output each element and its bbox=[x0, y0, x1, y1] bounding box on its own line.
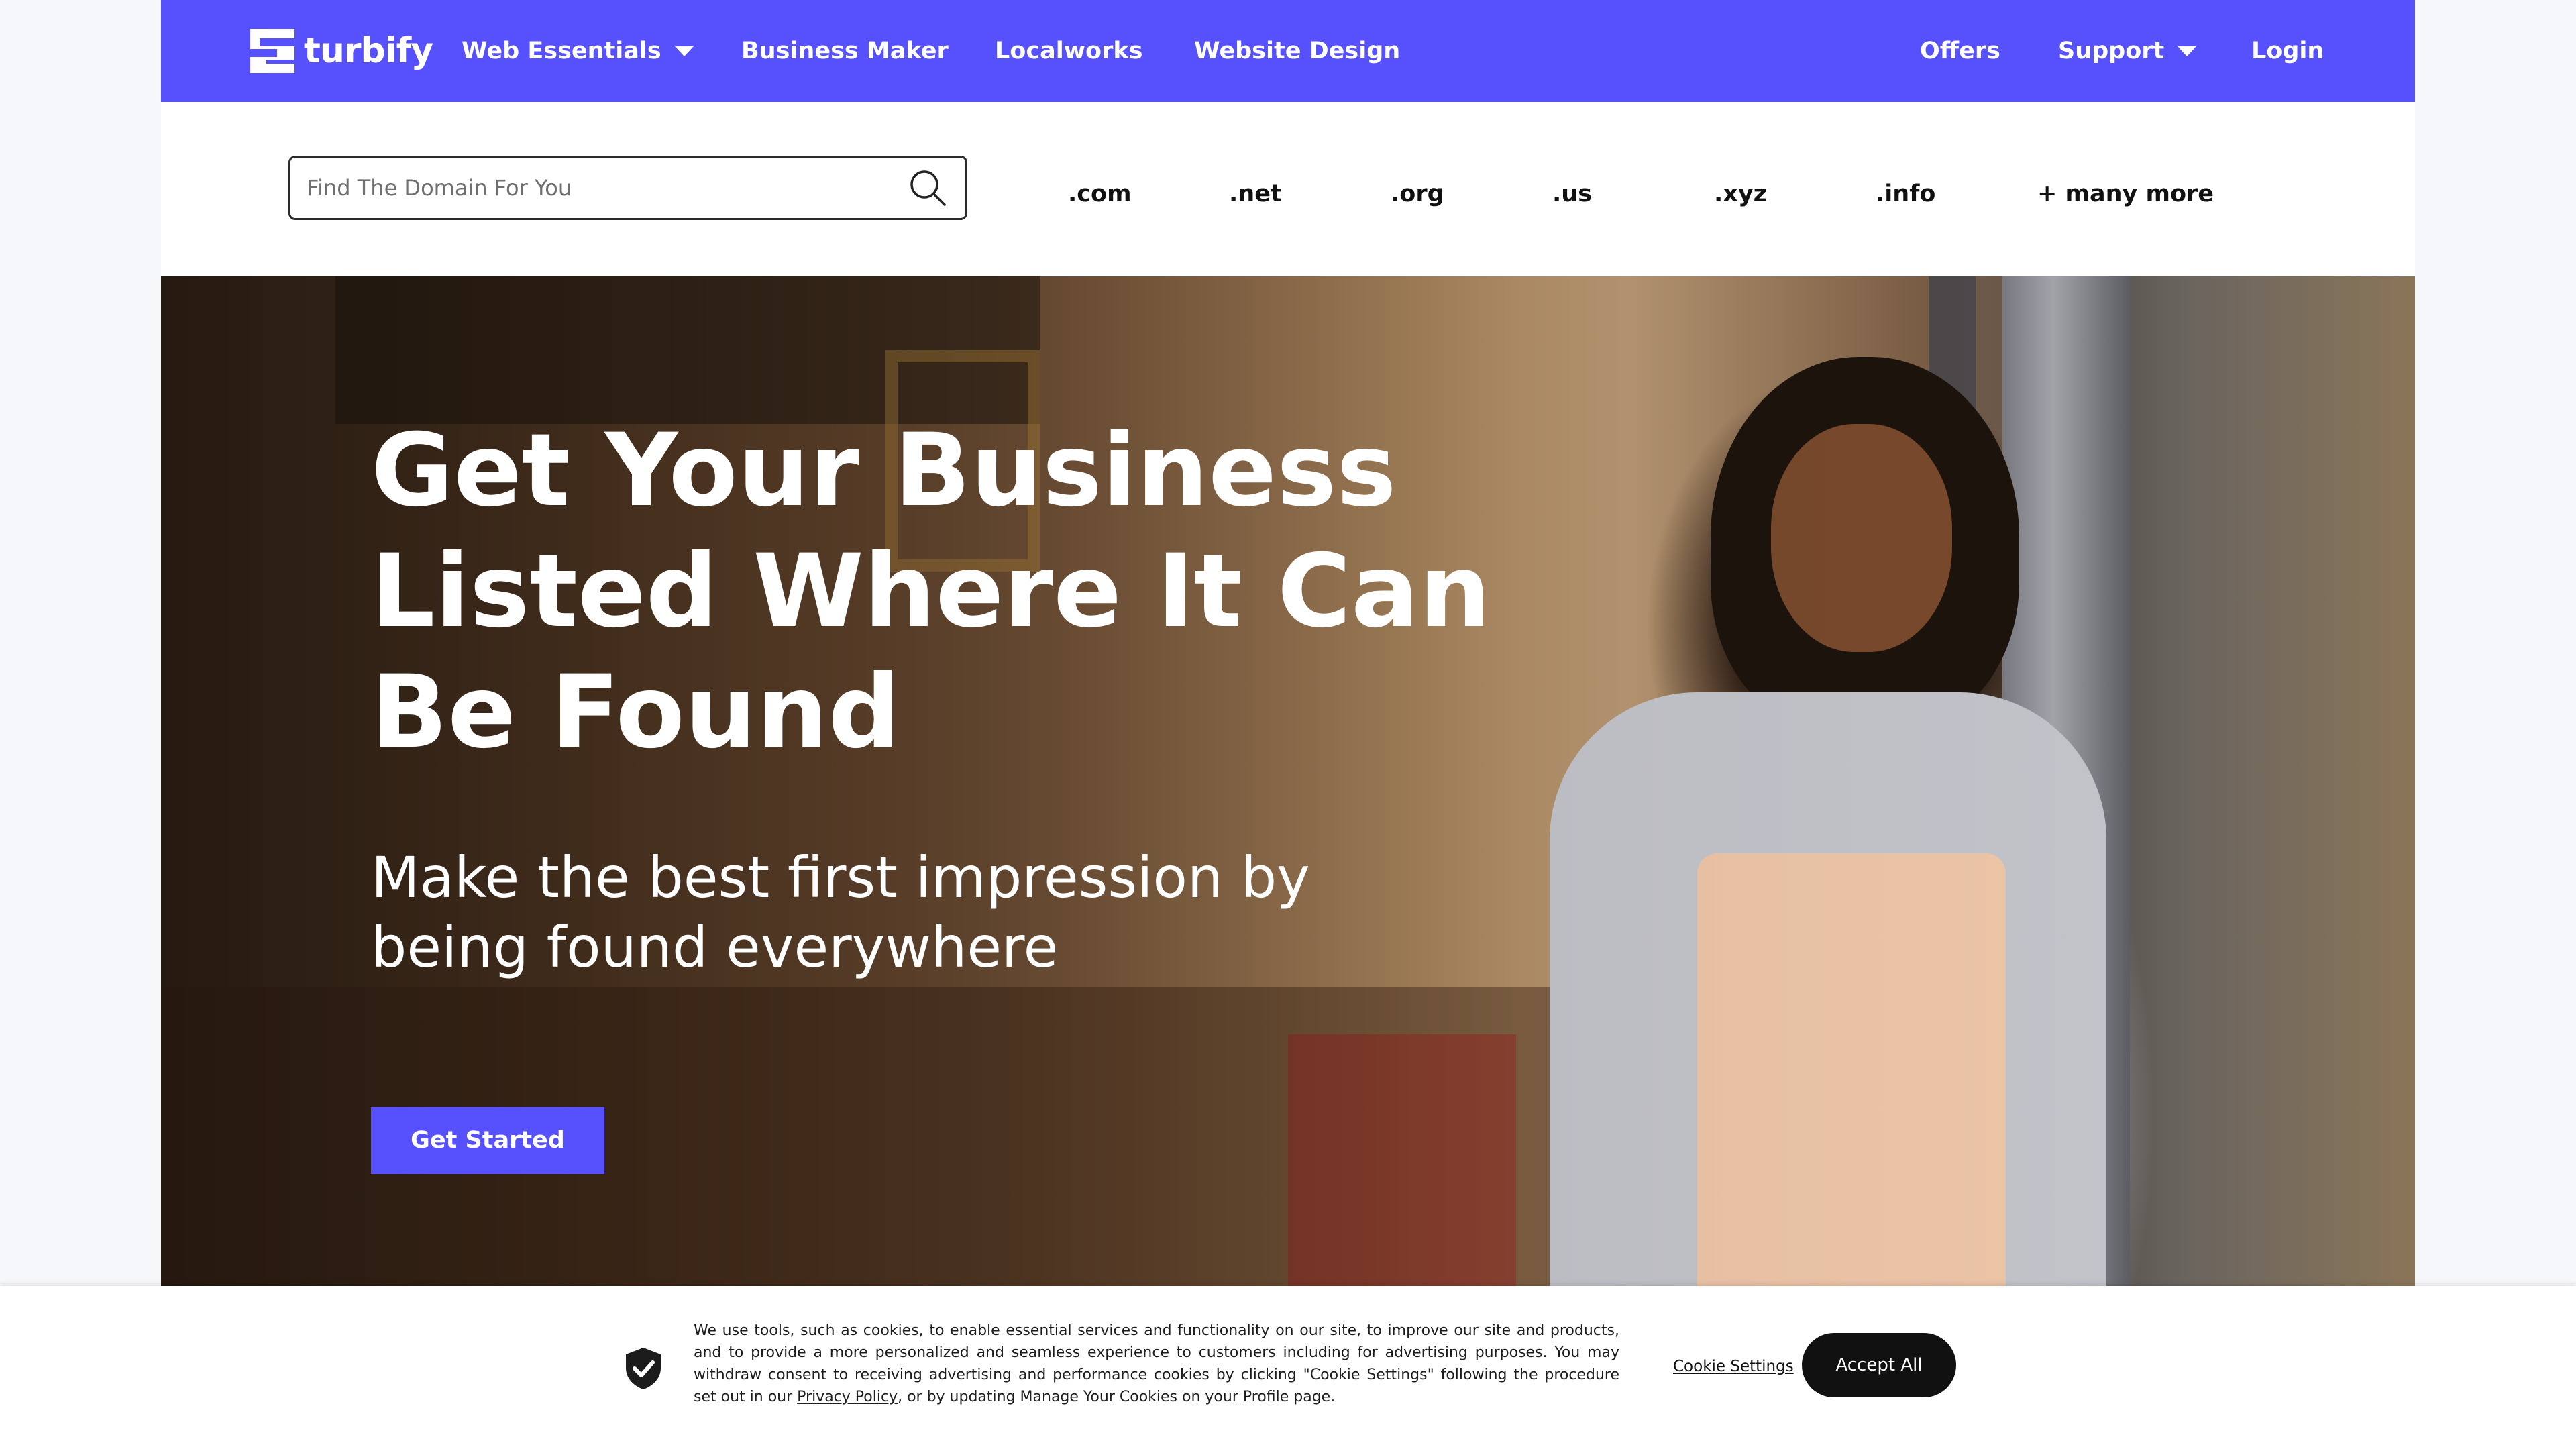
nav-label: Offers bbox=[1920, 38, 2000, 64]
hero-subtitle: Make the best first impression by being … bbox=[371, 845, 1310, 980]
chevron-down-icon bbox=[2178, 46, 2197, 56]
tld-xyz[interactable]: .xyz bbox=[1714, 176, 1767, 212]
hero-banner: Get Your Business Listed Where It Can Be… bbox=[161, 276, 2415, 1286]
cookie-text-part2: , or by updating Manage Your Cookies on … bbox=[898, 1389, 1336, 1405]
nav-offers[interactable]: Offers bbox=[1920, 0, 2000, 102]
brand-name: turbify bbox=[304, 31, 433, 71]
nav-label: Support bbox=[2058, 38, 2165, 64]
search-icon[interactable] bbox=[906, 166, 949, 209]
turbify-logo-icon bbox=[250, 29, 294, 73]
tld-net[interactable]: .net bbox=[1229, 176, 1282, 212]
turbify-logo[interactable]: turbify bbox=[250, 27, 433, 75]
shield-check-icon bbox=[626, 1348, 661, 1389]
accept-all-button[interactable]: Accept All bbox=[1802, 1333, 1956, 1397]
cookie-settings-button[interactable]: Cookie Settings bbox=[1673, 1353, 1794, 1380]
get-started-button[interactable]: Get Started bbox=[371, 1107, 604, 1174]
domain-search-bar: .com .net .org .us .xyz .info + many mor… bbox=[161, 102, 2415, 276]
tld-us[interactable]: .us bbox=[1552, 176, 1592, 212]
chevron-down-icon bbox=[674, 46, 694, 56]
cookie-banner: We use tools, such as cookies, to enable… bbox=[0, 1286, 2576, 1449]
nav-label: Web Essentials bbox=[462, 38, 661, 64]
nav-website-design[interactable]: Website Design bbox=[1194, 0, 1400, 102]
tld-com[interactable]: .com bbox=[1068, 176, 1132, 212]
nav-login[interactable]: Login bbox=[2251, 0, 2324, 102]
page-container: turbify Web Essentials Business Maker Lo… bbox=[161, 0, 2415, 1449]
hero-title: Get Your Business Listed Where It Can Be… bbox=[371, 413, 1491, 771]
nav-business-maker[interactable]: Business Maker bbox=[741, 0, 949, 102]
nav-label: Localworks bbox=[995, 38, 1143, 64]
tld-many-more[interactable]: + many more bbox=[2037, 176, 2214, 212]
cookie-notice-text: We use tools, such as cookies, to enable… bbox=[694, 1320, 1619, 1408]
nav-label: Login bbox=[2251, 38, 2324, 64]
nav-label: Website Design bbox=[1194, 38, 1401, 64]
privacy-policy-link[interactable]: Privacy Policy bbox=[797, 1389, 898, 1405]
nav-localworks[interactable]: Localworks bbox=[995, 0, 1142, 102]
nav-support[interactable]: Support bbox=[2058, 0, 2197, 102]
domain-search-input[interactable] bbox=[290, 158, 906, 218]
nav-label: Business Maker bbox=[741, 38, 949, 64]
tld-org[interactable]: .org bbox=[1391, 176, 1444, 212]
domain-search-box bbox=[288, 156, 967, 220]
top-navigation: turbify Web Essentials Business Maker Lo… bbox=[161, 0, 2415, 102]
tld-info[interactable]: .info bbox=[1876, 176, 1935, 212]
nav-web-essentials[interactable]: Web Essentials bbox=[462, 0, 694, 102]
